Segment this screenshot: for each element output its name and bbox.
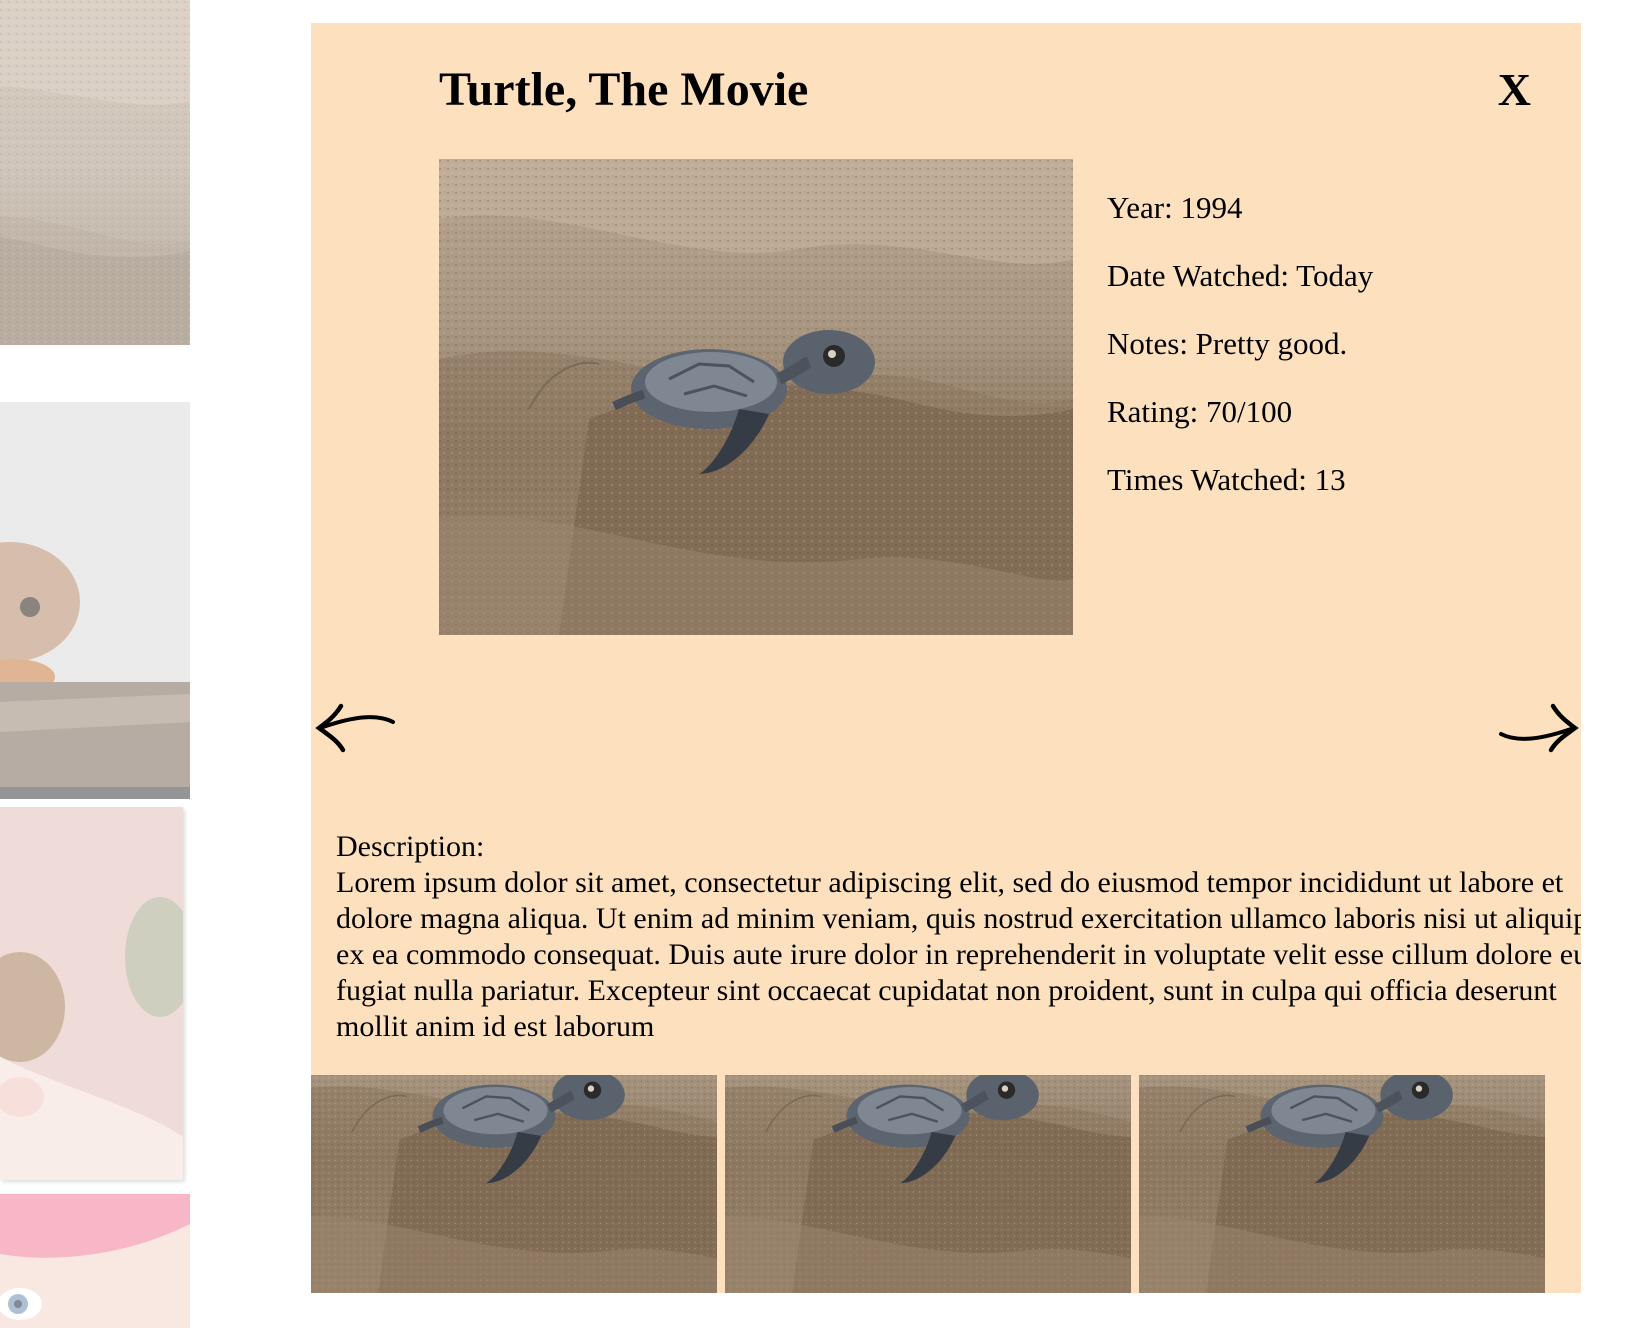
next-button[interactable] — [1497, 700, 1579, 756]
background-squirrel-photo — [0, 402, 190, 799]
background-hand-photo — [0, 807, 183, 1180]
previous-button[interactable] — [315, 700, 397, 756]
thumbnail-strip — [311, 1075, 1581, 1293]
thumbnail-1[interactable] — [311, 1075, 717, 1293]
background-turtle-photo — [0, 0, 190, 345]
movie-detail-modal: Turtle, The Movie X Year: 1994 Date Watc… — [311, 23, 1581, 1293]
description-heading: Description: — [336, 830, 485, 863]
child-in-pink-hat-icon — [0, 1194, 190, 1328]
thumbnail-3[interactable] — [1139, 1075, 1545, 1293]
movie-poster-image — [439, 159, 1073, 635]
movie-title: Turtle, The Movie — [439, 63, 809, 116]
detail-rating: Rating: 70/100 — [1107, 394, 1293, 429]
close-button[interactable]: X — [1498, 64, 1531, 116]
detail-year: Year: 1994 — [1107, 190, 1243, 225]
detail-notes: Notes: Pretty good. — [1107, 326, 1348, 361]
arrow-right-icon — [1499, 703, 1579, 753]
description-text: Lorem ipsum dolor sit amet, consectetur … — [336, 866, 1581, 1043]
turtle-photo-icon — [0, 0, 190, 345]
baby-turtle-photo-icon — [439, 159, 1073, 635]
arrow-left-icon — [315, 703, 395, 753]
movie-details-list: Year: 1994 Date Watched: Today Notes: Pr… — [1107, 190, 1373, 530]
baby-turtle-thumbnail-icon — [725, 1075, 1131, 1293]
baby-turtle-thumbnail-icon — [1139, 1075, 1545, 1293]
detail-date-watched: Date Watched: Today — [1107, 258, 1374, 293]
hand-holding-animal-icon — [0, 807, 183, 1180]
baby-turtle-thumbnail-icon — [311, 1075, 717, 1293]
detail-times-watched: Times Watched: 13 — [1107, 462, 1346, 497]
page: Turtle, The Movie X Year: 1994 Date Watc… — [0, 0, 1650, 1328]
squirrel-photo-icon — [0, 402, 190, 787]
thumbnail-2[interactable] — [725, 1075, 1131, 1293]
background-child-photo — [0, 1194, 190, 1328]
movie-description: Description: Lorem ipsum dolor sit amet,… — [336, 829, 1581, 1045]
